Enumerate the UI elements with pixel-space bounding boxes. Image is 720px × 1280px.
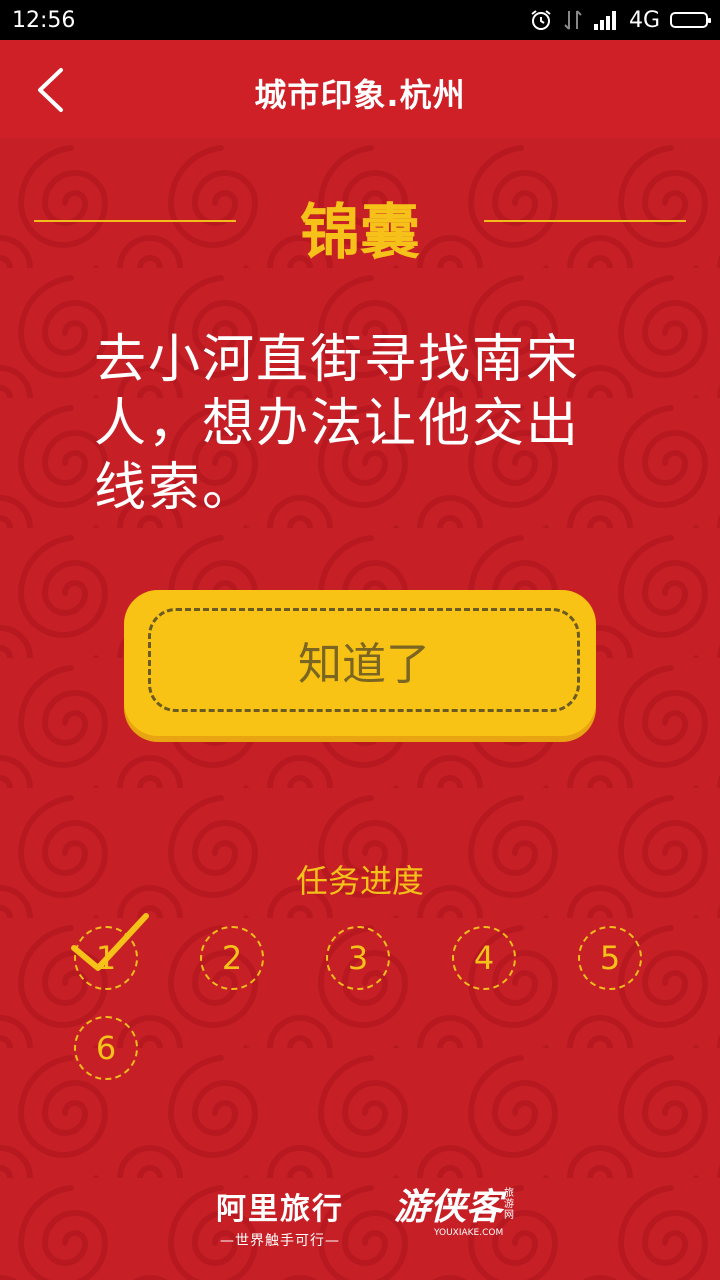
progress-step-1[interactable]: 1: [71, 913, 149, 990]
alitrip-logo-slogan: —世界触手可行—: [220, 1233, 340, 1249]
alitrip-logo: 阿里旅行 —世界触手可行—: [210, 1184, 350, 1250]
heading-row: 锦囊: [0, 178, 720, 268]
tip-card: 锦囊 去小河直街寻找南宋人，想办法让他交出线索。 知道了 任务进度 1 2 3 …: [0, 138, 720, 1280]
battery-icon: [670, 12, 711, 28]
status-bar: 12:56 4G: [0, 0, 720, 40]
card-heading: 锦囊: [300, 198, 420, 268]
progress-step-6[interactable]: 6: [74, 1016, 138, 1080]
confirm-button-label: 知道了: [298, 639, 430, 690]
page-title: 城市印象.杭州: [254, 76, 466, 114]
status-icons: 4G: [529, 7, 711, 33]
network-type: 4G: [628, 7, 660, 33]
task-description: 去小河直街寻找南宋人，想办法让他交出线索。: [94, 330, 581, 518]
alarm-icon: [529, 8, 553, 32]
progress-step-5[interactable]: 5: [578, 926, 642, 990]
youxiake-logo: 游侠客 YOUXIAKE.COM 旅游网: [394, 1178, 524, 1238]
heading-divider-right: [484, 220, 686, 222]
data-arrows-icon: [563, 8, 583, 32]
progress-step-3[interactable]: 3: [326, 926, 390, 990]
progress-step-2[interactable]: 2: [200, 926, 264, 990]
nav-bar: 城市印象.杭州: [0, 40, 720, 138]
status-time: 12:56: [12, 7, 76, 33]
step-number: 5: [599, 939, 621, 977]
step-number: 3: [347, 939, 369, 977]
progress-label: 任务进度: [295, 862, 424, 900]
step-number: 1: [95, 939, 117, 977]
signal-icon: [593, 10, 619, 30]
progress-step-4[interactable]: 4: [452, 926, 516, 990]
step-number: 6: [95, 1029, 117, 1067]
youxiake-logo-tag: 旅游网: [504, 1188, 514, 1221]
confirm-button[interactable]: 知道了: [124, 590, 596, 736]
partner-logos: 阿里旅行 —世界触手可行— 游侠客 YOUXIAKE.COM 旅游网: [0, 1178, 720, 1258]
alitrip-logo-title: 阿里旅行: [216, 1192, 344, 1227]
youxiake-logo-domain: YOUXIAKE.COM: [434, 1228, 504, 1238]
step-number: 4: [473, 939, 495, 977]
confirm-button-border: 知道了: [148, 608, 580, 712]
step-number: 2: [221, 939, 243, 977]
